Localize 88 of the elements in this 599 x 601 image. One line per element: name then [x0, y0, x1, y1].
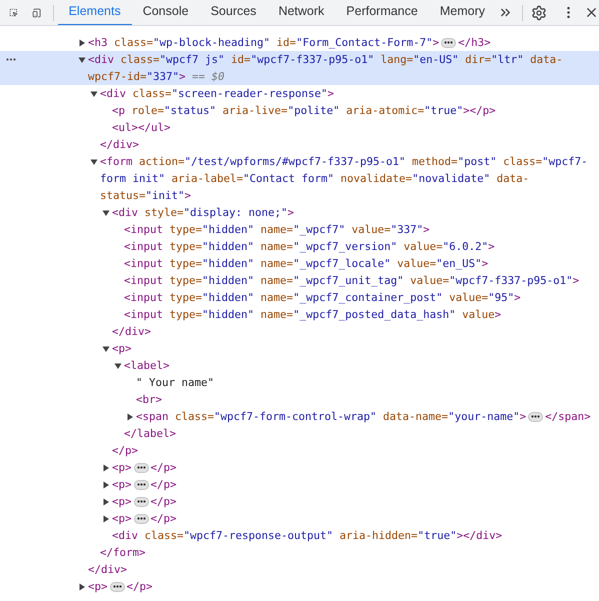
closing-tag: </label>	[124, 425, 176, 442]
element-tag: <p>	[112, 340, 599, 357]
disclosure-triangle-icon[interactable]	[102, 498, 110, 506]
element-tag: <span class="wpcf7-form-control-wrap" data-name="your-name">	[136, 408, 526, 425]
element-tag: <div style="display: none;">	[112, 204, 599, 221]
dom-row[interactable]: <div class="wpcf7-response-output" aria-hidden="true"></div>	[0, 527, 599, 544]
element-tag: <p>	[112, 510, 132, 527]
element-tag: <p role="status" aria-live="polite" aria-atomic="true"></p>	[112, 102, 599, 119]
dom-row[interactable]: <input type="hidden" name="_wpcf7_posted_data_hash" value>	[0, 306, 599, 323]
disclosure-triangle-icon[interactable]	[102, 514, 110, 522]
element-tag: <p>	[112, 476, 132, 493]
element-tag: <form action="/test/wpforms/#wpcf7-f337-p95-o1" method="post" class="wpcf7-form init" aria-label="Contact form" novalidate="novalidate" data-status="init">	[100, 153, 599, 204]
panel-tab[interactable]: Elements	[58, 0, 132, 25]
element-tag: <input type="hidden" name="_wpcf7_container_post" value="95">	[124, 289, 599, 306]
ellipsis-badge[interactable]	[134, 480, 149, 490]
dom-row[interactable]: " Your name"	[0, 374, 599, 391]
disclosure-triangle-icon[interactable]	[102, 464, 110, 472]
disclosure-triangle-icon[interactable]	[126, 412, 134, 420]
dom-row[interactable]: <p>	[0, 340, 599, 357]
closing-tag: </div>	[112, 323, 152, 340]
panel-tab[interactable]: Network	[267, 0, 336, 25]
dom-row[interactable]: <label>	[0, 357, 599, 374]
dom-row[interactable]: <p role="status" aria-live="polite" aria-atomic="true"></p>	[0, 102, 599, 119]
dom-row[interactable]: <p> </p>	[0, 459, 599, 476]
disclosure-triangle-icon[interactable]	[78, 38, 86, 46]
disclosure-triangle-icon[interactable]	[102, 344, 110, 352]
element-tag: <p>	[88, 578, 108, 595]
dom-row[interactable]: <p> </p>	[0, 510, 599, 527]
element-tag: <div class="screen-reader-response">	[100, 85, 599, 102]
disclosure-triangle-icon[interactable]	[90, 158, 98, 166]
element-tag: <ul></ul>	[112, 119, 599, 136]
dom-row[interactable]: <input type="hidden" name="_wpcf7" value="337">	[0, 221, 599, 238]
dom-row[interactable]: <ul></ul>	[0, 119, 599, 136]
element-tag: <input type="hidden" name="_wpcf7_unit_tag" value="wpcf7-f337-p95-o1">	[124, 272, 599, 289]
element-tag: <input type="hidden" name="_wpcf7" value="337">	[124, 221, 599, 238]
element-tag: <input type="hidden" name="_wpcf7_version" value="6.0.2">	[124, 238, 599, 255]
closing-tag: </span>	[545, 408, 591, 425]
ellipsis-badge[interactable]	[441, 38, 456, 48]
closing-tag: </div>	[88, 561, 128, 578]
closing-tag: </p>	[112, 442, 138, 459]
dom-row[interactable]: <input type="hidden" name="_wpcf7_version" value="6.0.2">	[0, 238, 599, 255]
ellipsis-badge[interactable]	[134, 462, 149, 472]
disclosure-triangle-icon[interactable]	[78, 582, 86, 590]
dom-row[interactable]: <input type="hidden" name="_wpcf7_container_post" value="95">	[0, 289, 599, 306]
dom-row[interactable]: <span class="wpcf7-form-control-wrap" data-name="your-name"> </span>	[0, 408, 599, 425]
closing-tag: </p>	[150, 476, 177, 493]
element-tag: " Your name"	[136, 374, 599, 391]
close-icon[interactable]	[584, 5, 599, 20]
ellipsis-badge[interactable]	[528, 412, 544, 422]
ellipsis-badge[interactable]	[110, 582, 125, 592]
closing-tag: </p>	[126, 578, 153, 595]
closing-tag: </p>	[150, 510, 177, 527]
closing-tag: </h3>	[458, 34, 491, 51]
ellipsis-badge[interactable]	[134, 514, 149, 524]
panel-tab[interactable]: Performance	[335, 0, 429, 25]
element-tag: <p>	[112, 493, 132, 510]
element-tag: <h3 class="wp-block-heading" id="Form_Contact-Form-7">	[88, 34, 440, 51]
element-tag: <input type="hidden" name="_wpcf7_posted_data_hash" value>	[124, 306, 599, 323]
dom-row[interactable]: <div class="screen-reader-response">	[0, 85, 599, 102]
disclosure-triangle-icon[interactable]	[114, 362, 122, 370]
panel-tab[interactable]: Memory	[428, 0, 496, 25]
closing-tag: </form>	[100, 544, 146, 561]
disclosure-triangle-icon[interactable]	[78, 56, 86, 64]
closing-tag: </div>	[100, 136, 140, 153]
ellipsis-badge[interactable]	[134, 496, 149, 506]
panel-tab[interactable]: Console	[132, 0, 200, 25]
closing-tag: </p>	[150, 459, 177, 476]
dom-row[interactable]: <div style="display: none;">	[0, 204, 599, 221]
settings-icon[interactable]	[531, 4, 547, 20]
element-tag: <label>	[124, 357, 599, 374]
element-tag: <br>	[136, 391, 599, 408]
element-tag: <input type="hidden" name="_wpcf7_locale" value="en_US">	[124, 255, 599, 272]
disclosure-triangle-icon[interactable]	[102, 480, 110, 488]
dom-row[interactable]: <p> </p>	[0, 493, 599, 510]
dom-row[interactable]: <h3 class="wp-block-heading" id="Form_Contact-Form-7"> </h3>	[0, 34, 599, 51]
dom-row[interactable]: <form action="/test/wpforms/#wpcf7-f337-p95-o1" method="post" class="wpcf7-form init" aria-label="Contact form" novalidate="novalidate" data-status="init">	[0, 153, 599, 204]
dom-row[interactable]: <p> </p>	[0, 578, 599, 595]
panel-tab[interactable]: Sources	[200, 0, 268, 25]
dom-row[interactable]: <p> </p>	[0, 476, 599, 493]
dom-row[interactable]: <br>	[0, 391, 599, 408]
dom-row[interactable]: <input type="hidden" name="_wpcf7_locale" value="en_US">	[0, 255, 599, 272]
disclosure-triangle-icon[interactable]	[90, 90, 98, 98]
element-tag: <div class="wpcf7-response-output" aria-hidden="true"></div>	[112, 527, 599, 544]
more-options-icon[interactable]	[6, 58, 16, 61]
closing-tag: </p>	[150, 493, 177, 510]
element-tag: <p>	[112, 459, 132, 476]
disclosure-triangle-icon[interactable]	[102, 208, 110, 216]
dom-row[interactable]: <input type="hidden" name="_wpcf7_unit_tag" value="wpcf7-f337-p95-o1">	[0, 272, 599, 289]
